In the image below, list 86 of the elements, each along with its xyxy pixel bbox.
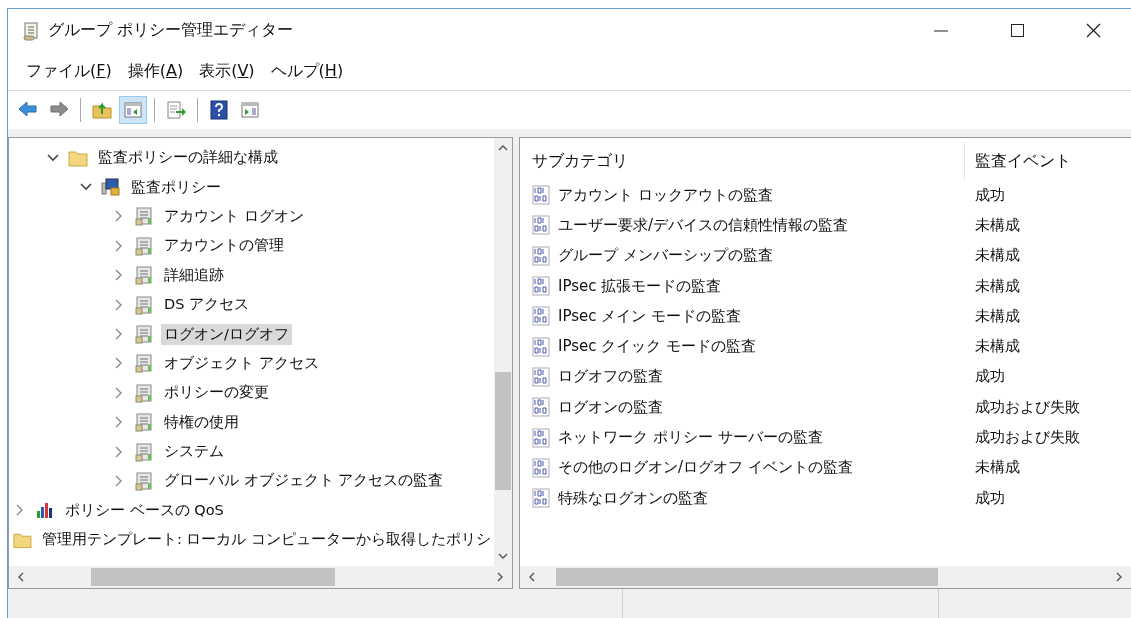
- horizontal-scrollbar[interactable]: [9, 566, 512, 588]
- vertical-scrollbar[interactable]: [494, 138, 512, 566]
- server-icon: [134, 324, 154, 345]
- maximize-icon: [1009, 22, 1025, 39]
- table-cell-text: 成功: [974, 488, 1005, 508]
- tree-item[interactable]: DS アクセス: [161, 294, 252, 316]
- tree-item[interactable]: グローバル オブジェクト アクセスの監査: [161, 470, 447, 492]
- scroll-right-icon[interactable]: [496, 572, 504, 582]
- server-icon: [134, 382, 154, 403]
- list-item[interactable]: アカウント ロックアウトの監査: [558, 185, 773, 205]
- server-icon: [134, 265, 154, 286]
- computer-lock-icon: [101, 177, 121, 198]
- list-item[interactable]: その他のログオン/ログオフ イベントの監査: [558, 458, 853, 478]
- list-item[interactable]: IPsec クイック モードの監査: [558, 337, 757, 357]
- scroll-icon: [22, 20, 40, 41]
- window-title: グループ ポリシー管理エディター: [48, 20, 294, 41]
- list-item[interactable]: ログオンの監査: [558, 397, 663, 417]
- binary-icon: [532, 488, 550, 509]
- binary-icon: [532, 457, 550, 478]
- panel-icon: [122, 99, 144, 121]
- scroll-thumb[interactable]: [91, 568, 335, 586]
- scroll-left-icon[interactable]: [528, 572, 536, 582]
- horizontal-scrollbar[interactable]: [520, 566, 1131, 588]
- list-item[interactable]: ネットワーク ポリシー サーバーの監査: [558, 428, 823, 447]
- tree-item[interactable]: ログオン/ログオフ: [161, 323, 292, 345]
- list-item[interactable]: 特殊なログオンの監査: [558, 488, 708, 508]
- help-icon: [208, 99, 230, 121]
- table-cell-text: 未構成: [974, 246, 1020, 266]
- table-cell-text: 成功および失敗: [974, 428, 1080, 447]
- binary-icon: [532, 427, 550, 448]
- table-cell-text: 未構成: [974, 306, 1020, 326]
- menu-item[interactable]: ヘルプ(H): [264, 58, 350, 84]
- binary-icon: [532, 397, 550, 418]
- close-icon: [1085, 22, 1101, 39]
- scroll-left-icon[interactable]: [17, 572, 25, 582]
- tree-item[interactable]: 特権の使用: [161, 411, 242, 433]
- tree-item[interactable]: ポリシー ベースの QoS: [62, 499, 227, 521]
- panel-icon: [239, 99, 261, 121]
- tree-item[interactable]: 詳細追跡: [161, 264, 227, 286]
- menu-item[interactable]: ファイル(F): [20, 58, 118, 84]
- scroll-down-icon[interactable]: [498, 552, 508, 560]
- tree-item[interactable]: アカウント ログオン: [161, 205, 307, 227]
- tree-item[interactable]: オブジェクト アクセス: [161, 352, 322, 374]
- server-icon: [134, 294, 154, 315]
- tree-item[interactable]: 監査ポリシーの詳細な構成: [95, 147, 281, 169]
- menu-item[interactable]: 表示(V): [193, 58, 261, 84]
- tree-item[interactable]: ポリシーの変更: [161, 382, 272, 404]
- table-cell-text: 未構成: [974, 276, 1020, 296]
- table-cell-text: 未構成: [974, 458, 1020, 478]
- column-header[interactable]: 監査イベント: [964, 142, 1071, 180]
- list-item[interactable]: ログオフの監査: [558, 367, 663, 387]
- table-cell-text: 成功: [974, 367, 1005, 387]
- table-cell-text: 成功: [974, 185, 1005, 205]
- server-icon: [134, 235, 154, 256]
- server-icon: [134, 206, 154, 227]
- table-cell-text: 成功および失敗: [974, 397, 1080, 417]
- tree-item[interactable]: 管理用テンプレート: ローカル コンピューターから取得したポリシ: [38, 529, 494, 551]
- table-cell-text: 未構成: [974, 337, 1020, 357]
- tree-item[interactable]: 監査ポリシー: [128, 176, 224, 198]
- binary-icon: [532, 306, 550, 327]
- scroll-up-icon[interactable]: [498, 144, 508, 152]
- binary-icon: [532, 215, 550, 236]
- table-cell-text: 未構成: [974, 215, 1020, 235]
- menu-item[interactable]: 操作(A): [121, 58, 190, 84]
- server-icon: [134, 441, 154, 462]
- binary-icon: [532, 336, 550, 357]
- bar-chart-icon: [35, 500, 55, 521]
- binary-icon: [532, 245, 550, 266]
- list-item[interactable]: グループ メンバーシップの監査: [558, 246, 773, 266]
- server-icon: [134, 353, 154, 374]
- tree-item[interactable]: システム: [161, 441, 227, 463]
- binary-icon: [532, 185, 550, 206]
- server-icon: [134, 471, 154, 491]
- scroll-thumb[interactable]: [556, 568, 938, 586]
- binary-icon: [532, 276, 550, 297]
- list-item[interactable]: IPsec 拡張モードの監査: [558, 276, 722, 296]
- list-item[interactable]: ユーザー要求/デバイスの信頼性情報の監査: [558, 215, 849, 235]
- list-item[interactable]: IPsec メイン モードの監査: [558, 306, 742, 326]
- export-list-icon: [165, 99, 187, 121]
- scroll-thumb[interactable]: [495, 372, 511, 490]
- minimize-icon: [934, 29, 948, 32]
- column-header[interactable]: サブカテゴリ: [520, 150, 964, 172]
- tree-item[interactable]: アカウントの管理: [161, 235, 287, 257]
- binary-icon: [532, 366, 550, 387]
- scroll-right-icon[interactable]: [1115, 572, 1123, 582]
- server-icon: [134, 412, 154, 433]
